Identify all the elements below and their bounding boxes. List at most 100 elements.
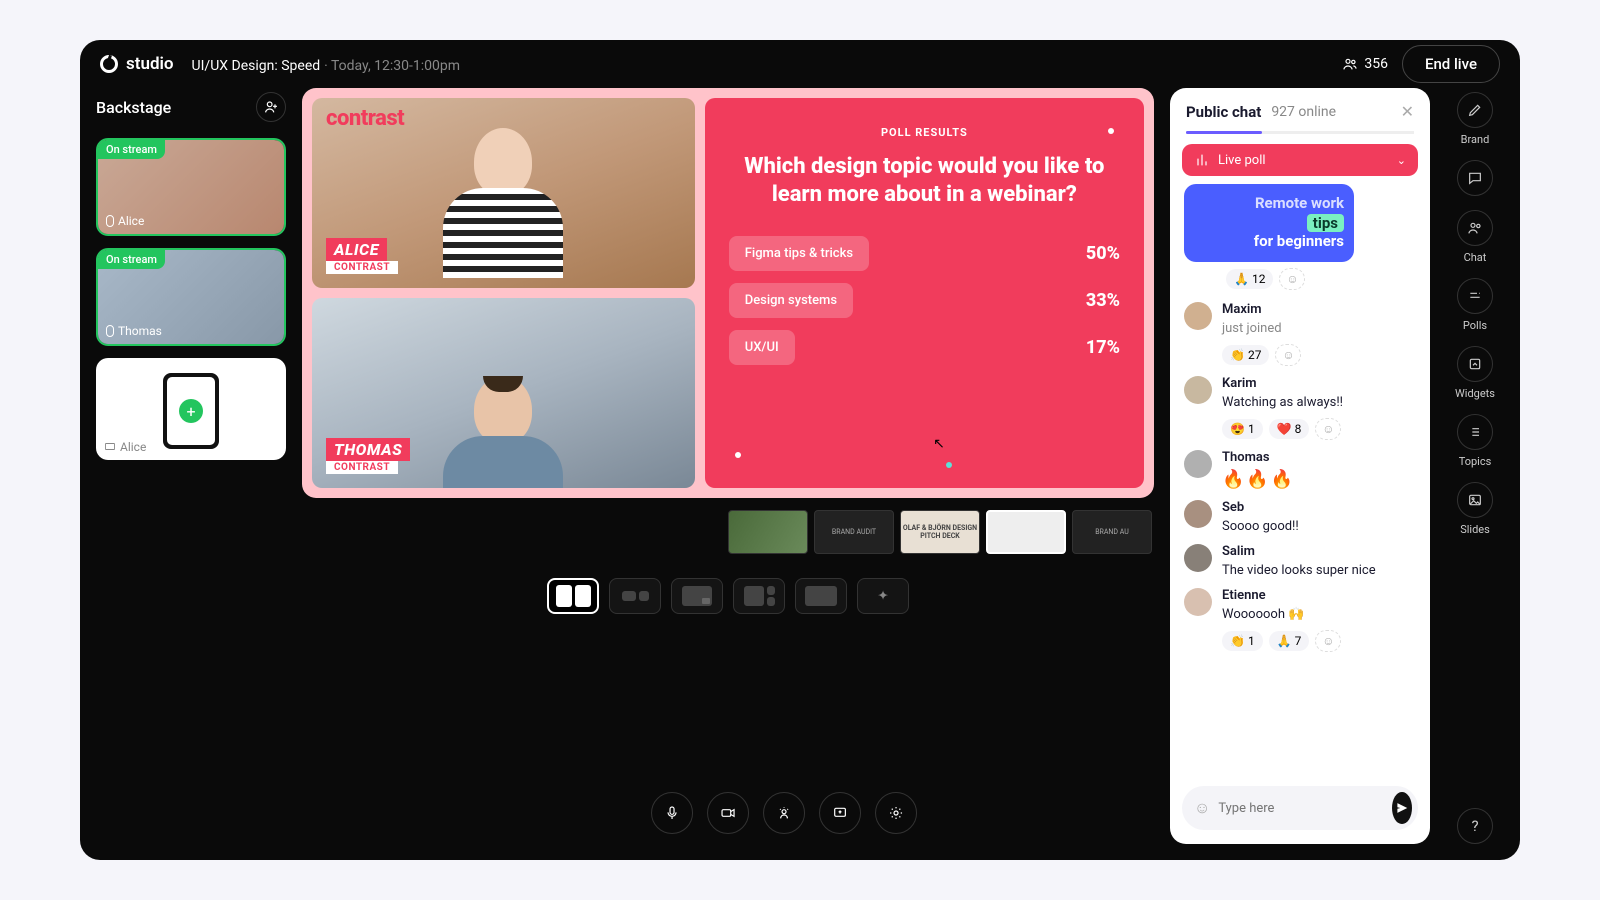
add-reaction-button[interactable]: ☺	[1315, 418, 1341, 440]
viewer-count: 356	[1342, 56, 1388, 72]
chat-panel: Public chat 927 online ✕ Live poll ⌄ Rem…	[1170, 88, 1430, 844]
camera-button[interactable]	[707, 792, 749, 834]
layout-solo-button[interactable]	[795, 578, 847, 614]
cursor-icon: ↖	[933, 436, 945, 452]
chat-icon	[1467, 170, 1483, 186]
people-icon	[1467, 220, 1483, 236]
add-reaction-button[interactable]: ☺	[1279, 268, 1305, 290]
slide-thumb[interactable]: BRAND AUDIT	[814, 510, 894, 554]
live-poll-banner[interactable]: Live poll ⌄	[1182, 144, 1418, 176]
add-reaction-button[interactable]: ☺	[1275, 344, 1301, 366]
rail-people[interactable]: Chat	[1457, 210, 1493, 264]
emoji-picker-icon[interactable]: ☺	[1194, 798, 1210, 818]
poll-results-panel: POLL RESULTS Which design topic would yo…	[705, 98, 1144, 488]
send-icon	[1395, 801, 1409, 815]
chat-input[interactable]	[1218, 801, 1384, 816]
right-rail: Brand Chat Polls Widgets Topics Slides ?	[1446, 88, 1504, 844]
stage-area: contrast ALICE CONTRAST THOMAS CONTRA	[302, 88, 1154, 844]
reaction-button[interactable]: 👏27	[1222, 345, 1269, 365]
layout-pip-left-button[interactable]	[609, 578, 661, 614]
rail-widgets[interactable]: Widgets	[1455, 346, 1495, 400]
message-text: Soooo good!!	[1222, 519, 1299, 534]
header: studio UI/UX Design: Speed · Today, 12:3…	[80, 40, 1520, 88]
avatar	[1184, 450, 1212, 478]
chat-input-bar: ☺	[1182, 786, 1418, 830]
layout-pip-corner-button[interactable]	[671, 578, 723, 614]
brand-logo[interactable]: studio	[100, 54, 174, 74]
reaction-button[interactable]: 👏1	[1222, 631, 1263, 651]
end-live-button[interactable]: End live	[1402, 45, 1500, 83]
reaction-button[interactable]: 😍1	[1222, 419, 1263, 439]
camera-icon	[720, 805, 736, 821]
promo-card: Remote work tips for beginners	[1184, 184, 1354, 262]
speaker-nameplate: THOMAS CONTRAST	[326, 438, 410, 474]
rail-chat[interactable]	[1457, 160, 1493, 196]
poll-kicker: POLL RESULTS	[729, 126, 1120, 139]
layout-effects-button[interactable]: ✦	[857, 578, 909, 614]
mic-icon	[106, 325, 114, 337]
bottom-controls	[651, 792, 917, 842]
rail-topics[interactable]: Topics	[1457, 414, 1493, 468]
message-text: just joined	[1222, 321, 1301, 336]
reaction-button[interactable]: 🙏12	[1226, 269, 1273, 289]
share-screen-button[interactable]	[819, 792, 861, 834]
poll-option: Design systems33%	[729, 283, 1120, 318]
chat-message: Karim Watching as always!! 😍1 ❤️8☺	[1184, 376, 1416, 440]
mic-icon	[664, 805, 680, 821]
backstage-tile-screenshare[interactable]: + Alice	[96, 358, 286, 460]
message-author: Karim	[1222, 376, 1343, 391]
chat-title: Public chat	[1186, 103, 1261, 121]
backstage-title: Backstage	[96, 98, 171, 117]
layout-sidebar-button[interactable]	[733, 578, 785, 614]
session-time: · Today, 12:30-1:00pm	[324, 58, 460, 74]
add-reaction-button[interactable]: ☺	[1315, 630, 1341, 652]
participant-name: Alice	[106, 214, 144, 228]
chat-messages[interactable]: Remote work tips for beginners 🙏12 ☺ Max…	[1170, 184, 1430, 776]
bars-icon	[1194, 152, 1210, 168]
logo-icon	[100, 55, 118, 73]
slide-thumb[interactable]: OLAF & BJÖRN DESIGN PITCH DECK	[900, 510, 980, 554]
chat-message: Maxim just joined 👏27 ☺	[1184, 302, 1416, 366]
brand-name: studio	[126, 54, 174, 74]
avatar	[1184, 544, 1212, 572]
layout-switcher: ✦	[302, 578, 1154, 614]
poll-option: Figma tips & tricks50%	[729, 236, 1120, 271]
message-author: Maxim	[1222, 302, 1301, 317]
avatar	[1184, 500, 1212, 528]
backstage-tile-thomas[interactable]: On stream Thomas	[96, 248, 286, 346]
rail-brand[interactable]: Brand	[1457, 92, 1493, 146]
avatar	[1184, 376, 1212, 404]
slide-thumb[interactable]: BRAND AU	[1072, 510, 1152, 554]
rail-help[interactable]: ?	[1457, 808, 1493, 844]
reaction-button[interactable]: 🙏7	[1269, 631, 1310, 651]
add-participant-button[interactable]	[256, 92, 286, 122]
layout-split-button[interactable]	[547, 578, 599, 614]
rail-slides[interactable]: Slides	[1457, 482, 1493, 536]
rail-polls[interactable]: Polls	[1457, 278, 1493, 332]
backstage-tile-alice[interactable]: On stream Alice	[96, 138, 286, 236]
slides-strip: BRAND AUDIT OLAF & BJÖRN DESIGN PITCH DE…	[302, 510, 1154, 558]
on-stream-badge: On stream	[98, 140, 165, 159]
participant-name: Thomas	[106, 324, 162, 338]
message-author: Etienne	[1222, 588, 1341, 603]
slide-thumb-selected[interactable]	[986, 510, 1066, 554]
settings-button[interactable]	[875, 792, 917, 834]
avatar	[1184, 302, 1212, 330]
sparkle-icon: ✦	[877, 589, 888, 604]
chat-message: Etienne Wooooooh 🙌 👏1 🙏7☺	[1184, 588, 1416, 652]
chevron-down-icon: ⌄	[1397, 154, 1406, 167]
reaction-button[interactable]: ❤️8	[1269, 419, 1310, 439]
message-text: Wooooooh 🙌	[1222, 607, 1341, 622]
mic-button[interactable]	[651, 792, 693, 834]
slide-thumb[interactable]	[728, 510, 808, 554]
send-button[interactable]	[1392, 792, 1412, 824]
chat-online-count: 927 online	[1271, 104, 1336, 120]
list-icon	[1467, 424, 1483, 440]
backstage-panel: Backstage On stream Alice On stream Thom…	[96, 88, 286, 844]
lighting-button[interactable]	[763, 792, 805, 834]
plus-icon: +	[179, 399, 203, 423]
poll-option: UX/UI17%	[729, 330, 1120, 365]
message-text: Watching as always!!	[1222, 395, 1343, 410]
person-sparkle-icon	[776, 805, 792, 821]
close-chat-button[interactable]: ✕	[1401, 102, 1414, 121]
